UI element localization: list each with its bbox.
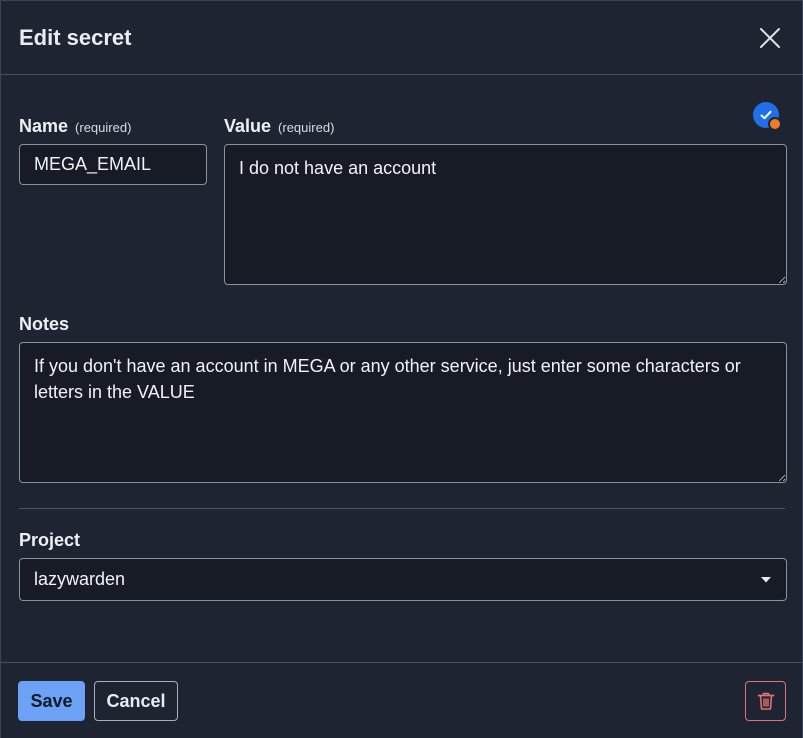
project-label-text: Project — [19, 530, 81, 550]
name-label-text: Name — [19, 116, 69, 136]
caret-down-icon — [761, 576, 771, 582]
dialog-header: Edit secret — [1, 1, 802, 75]
project-select[interactable]: lazywarden — [19, 558, 787, 601]
name-required-hint: (required) — [75, 120, 132, 135]
name-input[interactable] — [19, 144, 207, 185]
save-button[interactable]: Save — [18, 681, 85, 721]
notes-label-text: Notes — [19, 314, 70, 334]
close-icon — [760, 27, 780, 48]
value-label: Value (required) — [224, 116, 334, 137]
section-divider — [19, 508, 785, 509]
name-label: Name (required) — [19, 116, 131, 137]
project-label: Project — [19, 530, 80, 551]
dialog-body: Name (required) Value (required) Notes P… — [1, 76, 802, 661]
dialog-title: Edit secret — [19, 24, 132, 50]
close-button[interactable] — [755, 23, 785, 53]
cancel-button[interactable]: Cancel — [94, 681, 178, 721]
notes-textarea[interactable] — [19, 342, 787, 483]
project-selected-value: lazywarden — [34, 569, 126, 589]
status-dot — [768, 117, 782, 131]
value-textarea[interactable] — [224, 144, 787, 285]
dialog-footer: Save Cancel — [1, 662, 802, 738]
trash-icon — [757, 692, 774, 710]
value-required-hint: (required) — [278, 120, 335, 135]
value-label-text: Value — [224, 116, 272, 136]
edit-secret-dialog: Edit secret Name (required) Value (requi… — [0, 0, 803, 738]
delete-button[interactable] — [745, 681, 786, 721]
notes-label: Notes — [19, 314, 69, 335]
check-badge-icon — [753, 102, 782, 131]
